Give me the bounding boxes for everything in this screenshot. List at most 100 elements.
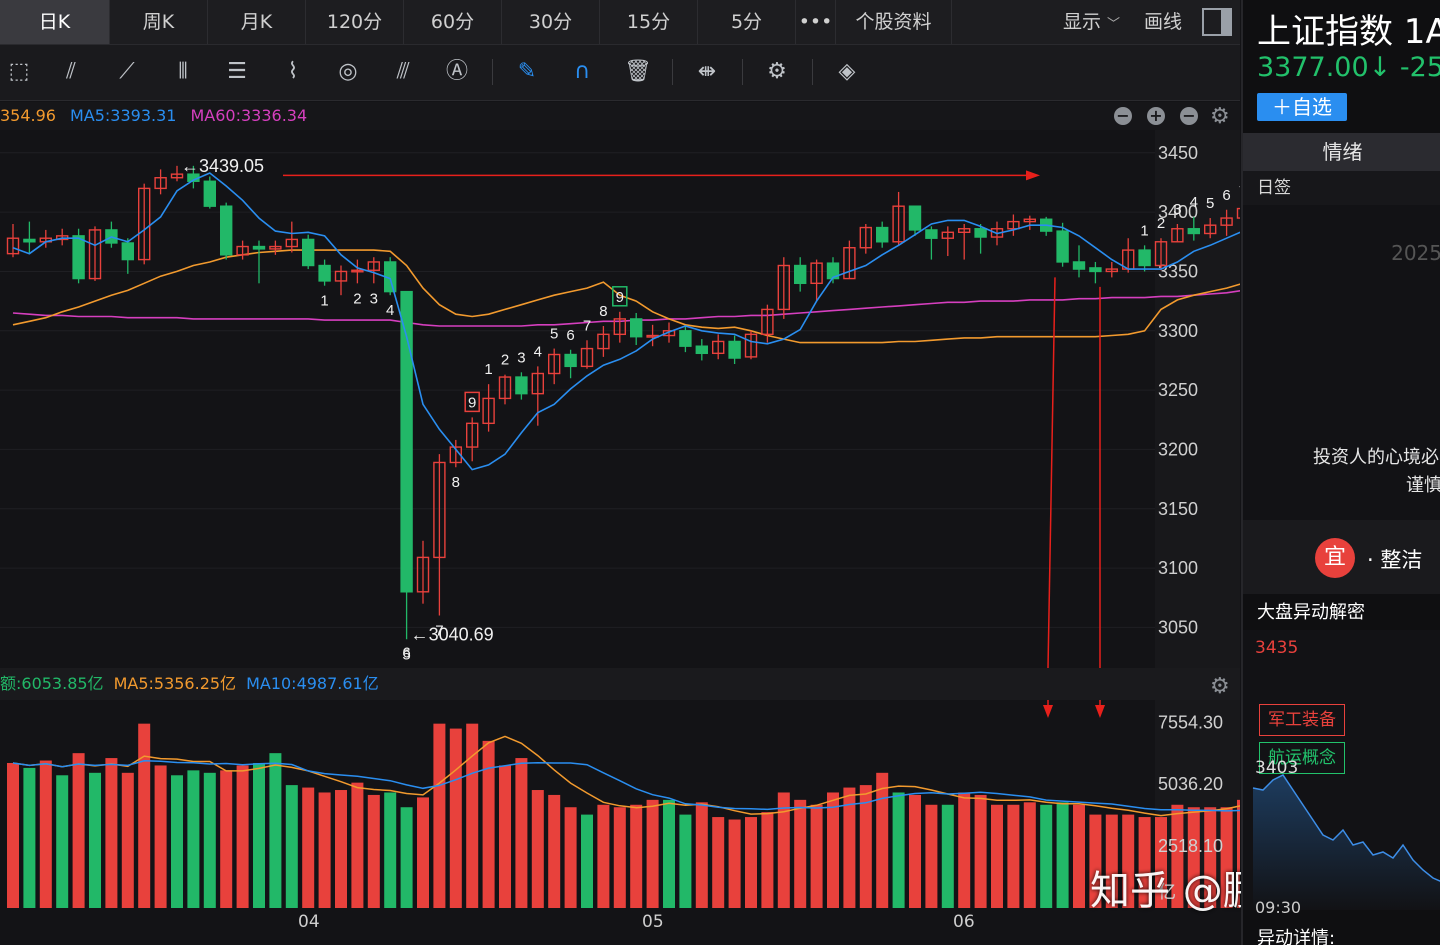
quote-line-2: 谨慎 xyxy=(1406,475,1440,496)
volume-bar xyxy=(72,753,85,908)
candle-body xyxy=(203,180,217,207)
fan-lines-icon[interactable]: ⫽ xyxy=(56,57,86,87)
candle-body xyxy=(728,340,741,359)
vol-ma10-value: MA10:4987.61亿 xyxy=(246,674,379,693)
td-marker: 9 xyxy=(468,394,476,411)
anomaly-time: 09:30 xyxy=(1255,898,1302,917)
volume-settings-icon[interactable]: ⚙ xyxy=(1210,671,1230,703)
volume-bar xyxy=(679,814,692,908)
x-axis: 04 05 06 xyxy=(0,908,1240,945)
tab-5[interactable]: 30分 xyxy=(502,0,600,44)
candle-body xyxy=(1138,249,1151,267)
volume-bar xyxy=(417,797,429,908)
volume-bar xyxy=(285,785,298,908)
ma5-value: MA5:3393.31 xyxy=(69,106,177,125)
candle-body xyxy=(974,228,987,238)
anomaly-chart[interactable]: 3435 军工装备 航运概念 3403 09:30 xyxy=(1243,630,1440,917)
volume-bar xyxy=(548,794,561,908)
candle-body xyxy=(695,345,708,355)
anomaly-detail-label: 异动详情: xyxy=(1257,928,1336,945)
td-marker: 6 xyxy=(402,644,410,661)
tag-military[interactable]: 军工装备 xyxy=(1259,704,1345,736)
layers-icon[interactable]: ◈ xyxy=(832,57,862,87)
cycle-icon[interactable]: ◎ xyxy=(333,57,363,87)
vol-tick-label: 5036.20 xyxy=(1158,774,1223,794)
volume-bar xyxy=(203,772,216,908)
index-price: 3377.00↓ -25. xyxy=(1257,52,1440,83)
trend-line-icon[interactable]: ⟋ xyxy=(112,57,142,87)
chart-settings-icon[interactable]: ⚙ xyxy=(1210,103,1230,131)
td-marker: 8 xyxy=(452,474,460,491)
td-marker: 2 xyxy=(1157,215,1165,232)
td-marker: 4 xyxy=(1190,194,1198,211)
collapse-icon[interactable]: − xyxy=(1180,107,1198,125)
tab-0[interactable]: 日K xyxy=(0,0,110,44)
candle-body xyxy=(925,229,938,239)
text-lines-icon[interactable]: ☰ xyxy=(222,57,252,87)
td-marker: 4 xyxy=(386,302,394,319)
settings-icon[interactable]: ⚙ xyxy=(762,57,792,87)
tab-3[interactable]: 120分 xyxy=(306,0,404,44)
td-marker: 1 xyxy=(320,293,328,310)
tab-1[interactable]: 周K xyxy=(110,0,208,44)
td-marker: 4 xyxy=(534,343,542,360)
tab-sentiment[interactable]: 情绪 xyxy=(1243,133,1440,171)
tab-9[interactable]: 个股资料 xyxy=(836,0,952,44)
volume-bar xyxy=(712,817,725,908)
zoom-in-icon[interactable]: + xyxy=(1147,107,1165,125)
volume-bar xyxy=(777,792,790,908)
volume-bar xyxy=(433,723,446,908)
volume-bar xyxy=(351,782,364,908)
anomaly-high: 3435 xyxy=(1255,638,1299,658)
volume-bar xyxy=(23,767,36,908)
volume-bar xyxy=(236,765,249,908)
candle-body xyxy=(252,245,266,250)
tab-6[interactable]: 15分 xyxy=(600,0,698,44)
x-tick-label: 04 xyxy=(298,912,320,932)
volume-bar xyxy=(171,775,183,908)
volume-bar xyxy=(876,772,889,908)
tab-8[interactable]: ••• xyxy=(796,0,836,44)
volume-bar xyxy=(761,812,774,908)
volume-bar xyxy=(613,807,626,908)
candle-body xyxy=(302,238,315,267)
volume-bar xyxy=(302,787,315,908)
display-menu[interactable]: 显示 ﹀ xyxy=(1051,0,1132,44)
draw-line-button[interactable]: 画线 xyxy=(1132,0,1194,44)
wave-icon[interactable]: ⌇ xyxy=(278,57,308,87)
low-annotation: ←3040.69 xyxy=(411,624,494,644)
tab-4[interactable]: 60分 xyxy=(404,0,502,44)
zoom-out-icon[interactable]: − xyxy=(1114,107,1132,125)
magnet-icon[interactable]: ∩ xyxy=(567,57,597,87)
tab-2[interactable]: 月K xyxy=(208,0,306,44)
volume-chart[interactable]: 7554.305036.202518.10亿 xyxy=(0,700,1240,908)
volume-bar xyxy=(89,772,101,908)
add-watchlist-button[interactable]: ＋自选 xyxy=(1257,93,1347,121)
volume-bar xyxy=(991,804,1003,908)
candle-body xyxy=(23,238,36,243)
volume-bar xyxy=(958,792,971,908)
pen-icon[interactable]: ✎ xyxy=(512,57,542,87)
layout-toggle-icon[interactable] xyxy=(1202,8,1232,36)
vertical-lines-icon[interactable]: ⫴ xyxy=(168,57,198,87)
high-annotation: ←3439.05 xyxy=(181,156,264,176)
td-marker: 7 xyxy=(1239,183,1240,200)
candle-body xyxy=(72,235,85,280)
crop-icon[interactable]: ⬚ xyxy=(4,57,34,87)
fibonacci-icon[interactable]: ⫻ xyxy=(388,57,418,87)
chevron-down-icon: ﹀ xyxy=(1106,17,1120,32)
annotation-icon[interactable]: Ⓐ xyxy=(442,57,472,87)
volume-bar xyxy=(925,804,938,908)
candle-body xyxy=(794,264,807,285)
ma60-value: MA60:3336.34 xyxy=(190,106,308,125)
tab-7[interactable]: 5分 xyxy=(698,0,796,44)
td-marker: 2 xyxy=(353,290,361,307)
candle-body xyxy=(876,226,889,243)
volume-bar xyxy=(581,814,593,908)
candlestick-chart[interactable]: 3450340033503300325032003150310030501 2 34… xyxy=(0,130,1240,668)
trash-icon[interactable]: 🗑 xyxy=(623,57,653,87)
volume-bar xyxy=(1073,804,1085,908)
daily-sign-card: 2025 投资人的心境必 谨慎 xyxy=(1243,205,1440,520)
hide-drawings-icon[interactable]: ⇼ xyxy=(692,57,722,87)
volume-bar xyxy=(466,723,479,908)
